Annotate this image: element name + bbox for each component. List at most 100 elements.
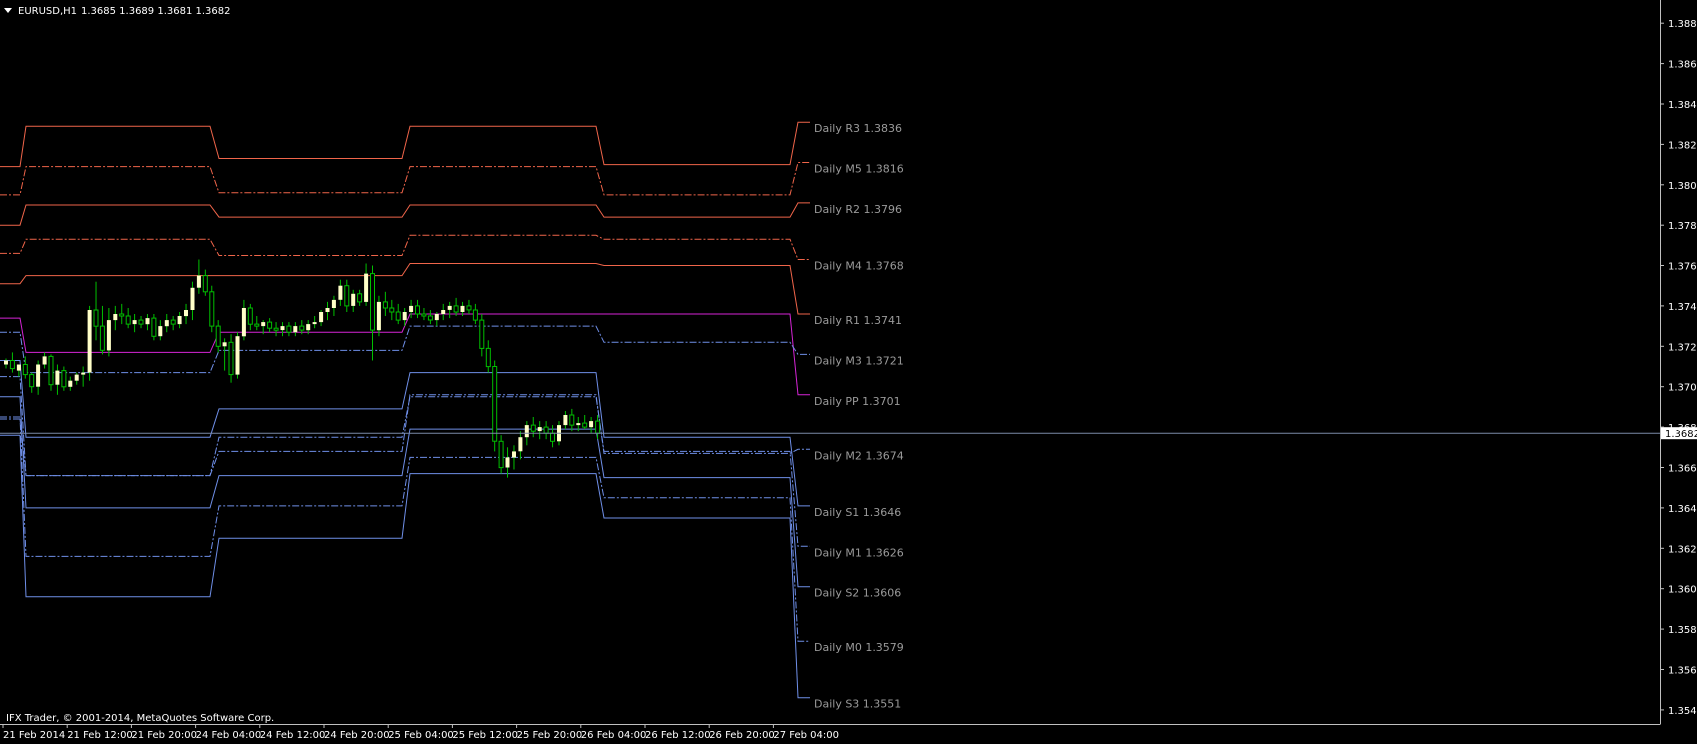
candle-body[interactable]: [184, 310, 188, 317]
candle-body[interactable]: [364, 273, 369, 302]
candle-body[interactable]: [4, 360, 8, 365]
candle-body[interactable]: [409, 305, 414, 312]
candle-body[interactable]: [299, 325, 305, 331]
candle-body[interactable]: [132, 320, 137, 325]
candle-body[interactable]: [235, 336, 240, 375]
candle-body[interactable]: [151, 317, 157, 337]
candle-body[interactable]: [543, 426, 549, 434]
candle-body[interactable]: [87, 310, 92, 373]
candle-body[interactable]: [209, 291, 215, 327]
candle-body[interactable]: [569, 414, 575, 426]
candle-body[interactable]: [389, 307, 395, 313]
candle-body[interactable]: [55, 370, 60, 385]
candle-body[interactable]: [138, 319, 144, 325]
candle-body[interactable]: [492, 366, 498, 442]
candle-body[interactable]: [453, 305, 459, 313]
candle-body[interactable]: [164, 320, 169, 327]
candle-body[interactable]: [215, 325, 221, 347]
candle-body[interactable]: [518, 437, 523, 452]
candle-body[interactable]: [530, 424, 536, 432]
candle-body[interactable]: [119, 313, 125, 317]
candle-body[interactable]: [170, 319, 176, 325]
candle-body[interactable]: [196, 275, 201, 288]
candle-body[interactable]: [228, 341, 234, 376]
candle-body[interactable]: [106, 320, 111, 351]
candle-body[interactable]: [338, 285, 343, 300]
candle-body[interactable]: [447, 305, 452, 310]
candle-body[interactable]: [280, 326, 285, 331]
candle-body[interactable]: [479, 319, 485, 349]
candle-body[interactable]: [415, 305, 420, 315]
candle-body[interactable]: [595, 420, 601, 434]
candle-body[interactable]: [29, 374, 35, 388]
candle-body[interactable]: [441, 310, 446, 314]
candle-body[interactable]: [158, 326, 163, 337]
candle-body[interactable]: [306, 324, 311, 331]
pivot-label-pp: Daily PP 1.3701: [814, 395, 901, 408]
candle-body[interactable]: [48, 355, 54, 386]
candle-body[interactable]: [190, 287, 195, 310]
candle-body[interactable]: [286, 325, 292, 333]
candle-body[interactable]: [376, 301, 381, 331]
candle-body[interactable]: [576, 423, 581, 426]
candle-body[interactable]: [293, 326, 298, 333]
y-tick-label: 1.3785: [1668, 221, 1697, 232]
candle-body[interactable]: [261, 322, 266, 327]
candle-body[interactable]: [99, 325, 105, 351]
candle-body[interactable]: [68, 380, 73, 387]
candle-body[interactable]: [331, 299, 336, 308]
candle-body[interactable]: [382, 301, 388, 309]
candle-body[interactable]: [273, 327, 279, 331]
candle-body[interactable]: [498, 440, 504, 469]
candle-body[interactable]: [485, 347, 491, 368]
candle-body[interactable]: [395, 311, 401, 321]
candle-body[interactable]: [402, 312, 407, 321]
candle-body[interactable]: [61, 370, 67, 388]
candle-body[interactable]: [42, 356, 47, 365]
price-chart[interactable]: 1.3682 Daily R3 1.3836Daily M5 1.3816Dai…: [0, 0, 1697, 744]
candle-body[interactable]: [537, 427, 542, 432]
candle-body[interactable]: [434, 314, 439, 321]
candle-body[interactable]: [550, 432, 555, 442]
candle-body[interactable]: [312, 322, 317, 325]
candle-body[interactable]: [74, 374, 79, 381]
candle-body[interactable]: [16, 364, 21, 371]
candle-body[interactable]: [36, 364, 41, 387]
candle-body[interactable]: [22, 364, 28, 376]
candle-body[interactable]: [93, 309, 99, 327]
x-tick-label: 24 Feb 04:00: [196, 730, 262, 741]
candle-body[interactable]: [524, 425, 529, 438]
chart-header[interactable]: EURUSD,H1 1.3685 1.3689 1.3681 1.3682: [4, 6, 231, 17]
candle-body[interactable]: [466, 305, 472, 311]
candle-body[interactable]: [351, 293, 356, 306]
candle-body[interactable]: [267, 321, 273, 329]
candle-body[interactable]: [9, 360, 15, 370]
candle-body[interactable]: [177, 316, 182, 325]
x-tick-label: 24 Feb 20:00: [324, 730, 390, 741]
candle-body[interactable]: [145, 318, 150, 325]
candle-body[interactable]: [247, 307, 253, 325]
candle-body[interactable]: [254, 323, 260, 327]
candle-body[interactable]: [370, 273, 375, 331]
candle-body[interactable]: [319, 312, 324, 323]
candle-body[interactable]: [222, 342, 227, 347]
candle-body[interactable]: [81, 372, 86, 375]
candle-body[interactable]: [125, 315, 131, 325]
candle-body[interactable]: [113, 314, 118, 321]
candle-body[interactable]: [202, 275, 208, 293]
candle-body[interactable]: [241, 308, 246, 337]
y-tick-label: 1.3885: [1668, 19, 1697, 30]
candle-body[interactable]: [421, 313, 427, 317]
candle-body[interactable]: [357, 293, 363, 303]
candle-body[interactable]: [427, 315, 433, 321]
candle-body[interactable]: [325, 308, 330, 312]
candle-body[interactable]: [472, 309, 478, 321]
candle-body[interactable]: [460, 305, 465, 312]
candle-body[interactable]: [512, 451, 516, 458]
symbol-label: EURUSD,H1: [18, 6, 77, 17]
candle-body[interactable]: [563, 415, 568, 426]
candle-body[interactable]: [589, 421, 594, 428]
candle-body[interactable]: [582, 422, 588, 428]
candle-body[interactable]: [344, 285, 350, 307]
candle-body[interactable]: [505, 457, 510, 468]
